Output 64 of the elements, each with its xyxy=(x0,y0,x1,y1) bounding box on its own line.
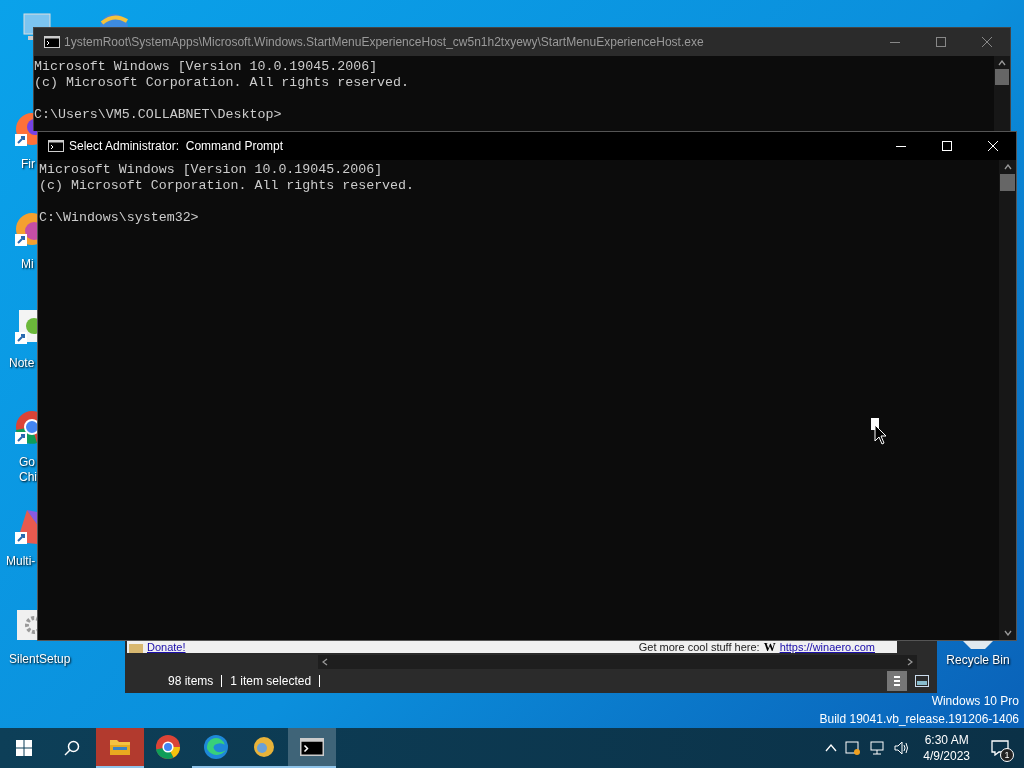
notification-button[interactable]: 1 xyxy=(982,732,1018,764)
watermark-text: Build 19041.vb_release.191206-1406 xyxy=(819,711,1019,728)
speech-bubble-icon xyxy=(991,740,1009,756)
desktop-icon-label[interactable]: Recycle Bin xyxy=(946,653,1010,668)
orb-icon xyxy=(254,737,274,757)
taskbar-app-button[interactable] xyxy=(288,728,336,768)
console-icon xyxy=(44,36,60,48)
status-text: 98 items xyxy=(168,673,214,690)
console-icon xyxy=(48,140,64,152)
close-icon xyxy=(982,37,992,47)
console-line: Microsoft Windows [Version 10.0.19045.2006] xyxy=(34,59,379,75)
folder-icon xyxy=(109,738,131,756)
desktop-icon-label[interactable]: Mi xyxy=(21,257,34,272)
window-title: Select Administrator: Command Prompt xyxy=(69,138,284,155)
mouse-pointer-icon xyxy=(870,417,888,445)
wave-icon xyxy=(204,735,228,759)
scroll-down-icon[interactable] xyxy=(1003,630,1012,636)
console-line: (c) Microsoft Corporation. All rights reserved. xyxy=(39,178,416,194)
vertical-scrollbar[interactable] xyxy=(994,56,1010,131)
watermark-text: Windows 10 Pro xyxy=(931,693,1019,710)
shield-alert-icon[interactable] xyxy=(845,740,862,756)
promo-text: Get more cool stuff here: xyxy=(638,641,760,653)
scroll-up-icon[interactable] xyxy=(1003,164,1012,170)
status-text: 1 item selected xyxy=(230,673,312,690)
package-icon xyxy=(129,644,143,653)
desktop-icon-label[interactable]: Multi- xyxy=(6,554,36,569)
scrollbar-thumb[interactable] xyxy=(995,69,1009,85)
close-icon xyxy=(988,141,998,151)
minimize-icon xyxy=(896,145,906,147)
winaero-link[interactable]: https://winaero.com xyxy=(779,641,875,653)
maximize-icon xyxy=(942,141,952,151)
desktop-icon-label[interactable]: Fir xyxy=(21,157,35,172)
desktop-icon-label[interactable]: SilentSetup xyxy=(9,652,71,667)
chevron-up-icon[interactable] xyxy=(825,744,838,752)
scrollbar-thumb[interactable] xyxy=(1000,174,1015,191)
console-line: Microsoft Windows [Version 10.0.19045.2006] xyxy=(39,162,384,178)
chrome-icon xyxy=(156,735,180,759)
maximize-icon xyxy=(936,37,946,47)
list-icon xyxy=(894,675,900,687)
window-icon xyxy=(915,675,929,687)
network-icon[interactable] xyxy=(869,740,886,756)
notepad-icon xyxy=(15,310,37,344)
windows-logo-icon xyxy=(16,740,32,756)
colorful-icon xyxy=(15,510,37,544)
scroll-right-icon[interactable] xyxy=(907,658,913,666)
vertical-scrollbar[interactable] xyxy=(999,160,1016,640)
clock[interactable]: 6:30 AM 4/9/2023 xyxy=(919,732,974,764)
horizontal-scrollbar[interactable] xyxy=(318,655,917,669)
window-title: 1ystemRoot\SystemApps\Microsoft.Windows.StartMenuExperienceHost_cw5n1h2txyewy\StartMenuExperienceHost.exe xyxy=(64,34,704,51)
console-icon xyxy=(300,738,324,756)
scroll-left-icon[interactable] xyxy=(322,658,328,666)
minimize-icon xyxy=(890,41,900,43)
notification-count: 1 xyxy=(1000,748,1014,762)
gear-icon xyxy=(15,608,37,642)
winaero-logo: W xyxy=(763,641,776,653)
console-line: (c) Microsoft Corporation. All rights reserved. xyxy=(34,75,411,91)
console-prompt: C:\Users\VM5.COLLABNET\Desktop> xyxy=(34,107,283,123)
desktop-icon-label[interactable]: Note xyxy=(9,356,35,371)
donate-link[interactable]: Donate! xyxy=(147,641,186,653)
search-icon xyxy=(64,740,80,756)
details-view-button[interactable] xyxy=(887,671,907,691)
desktop-icon-label[interactable]: Go Chi xyxy=(19,455,37,485)
console-prompt: C:\Windows\system32> xyxy=(39,210,200,226)
scroll-up-icon[interactable] xyxy=(998,60,1006,66)
